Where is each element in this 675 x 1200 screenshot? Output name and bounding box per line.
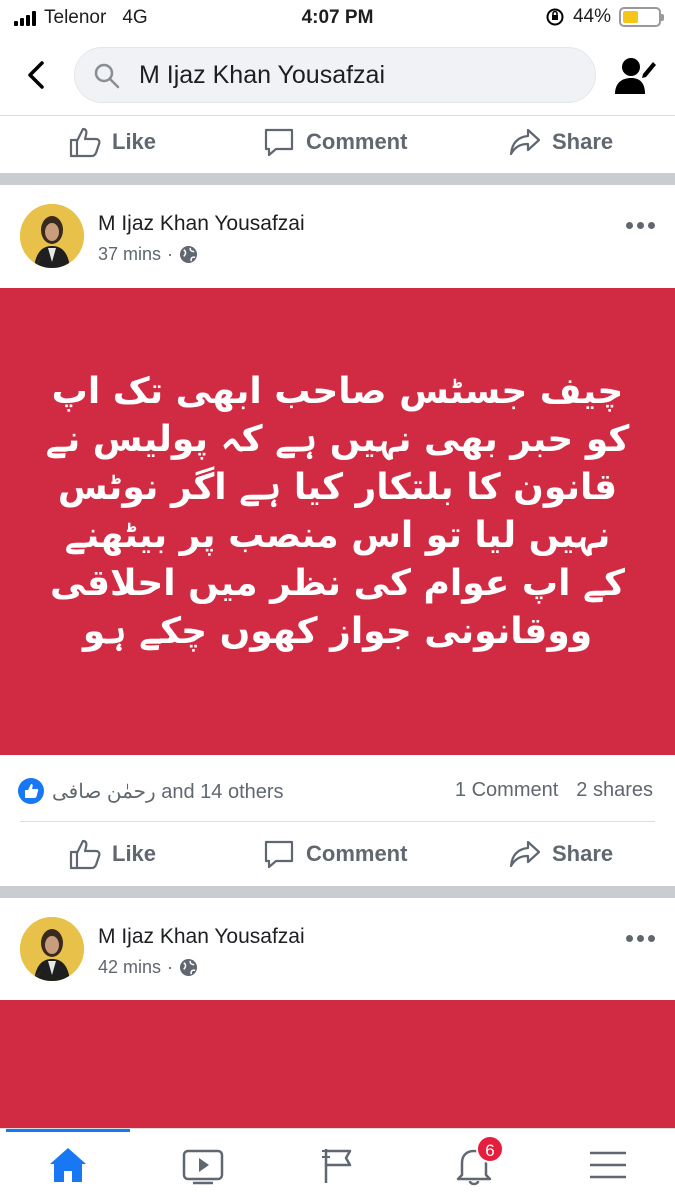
more-icon[interactable] xyxy=(626,222,655,229)
comment-count[interactable]: 1 Comment xyxy=(455,779,558,802)
divider xyxy=(20,821,655,822)
avatar-image xyxy=(20,917,84,981)
profile-edit-icon[interactable] xyxy=(613,54,657,96)
comment-label: Comment xyxy=(306,841,408,866)
action-bar-top: Like Comment Share xyxy=(0,116,675,172)
engagement-counts: 1 Comment 2 shares xyxy=(455,779,653,802)
reactor-others: and 14 others xyxy=(161,781,284,803)
post-author[interactable]: M Ijaz Khan Yousafzai xyxy=(98,212,305,236)
action-bar-post1: Like Comment Share xyxy=(0,828,675,884)
like-reaction-icon xyxy=(18,778,44,804)
battery-percent: 44% xyxy=(572,6,611,27)
post-meta: 37 mins · xyxy=(98,244,198,265)
comment-icon xyxy=(264,128,294,157)
home-icon[interactable] xyxy=(46,1143,90,1187)
meta-dot: · xyxy=(167,244,174,264)
post-time[interactable]: 42 mins xyxy=(98,957,161,978)
thumbs-up-icon xyxy=(69,127,101,158)
comment-icon xyxy=(264,840,294,869)
feed-separator xyxy=(0,886,675,898)
back-arrow-icon[interactable] xyxy=(22,58,52,92)
reactor-name: رحمٰن صافی xyxy=(52,781,156,803)
battery-fill xyxy=(623,11,638,23)
feed-separator xyxy=(0,173,675,185)
post-text: چیف جسٹس صاحب ابھی تک اپ کو حبر بھی نہیں… xyxy=(45,371,630,652)
like-button[interactable]: Like xyxy=(68,838,156,870)
battery-icon xyxy=(619,7,664,27)
search-header: M Ijaz Khan Yousafzai xyxy=(0,36,675,116)
status-right: 44% xyxy=(545,6,664,28)
avatar[interactable] xyxy=(20,204,84,268)
post-image[interactable]: چیف جسٹس صاحب ابھی تک اپ کو حبر بھی نہیں… xyxy=(0,288,675,755)
watch-icon[interactable] xyxy=(181,1143,225,1187)
like-label: Like xyxy=(112,841,157,866)
search-icon xyxy=(94,63,120,89)
post-meta: 42 mins · xyxy=(98,957,198,978)
like-label: Like xyxy=(112,129,157,154)
status-bar: Telenor 4G 4:07 PM 44% xyxy=(0,0,675,36)
comment-button[interactable]: Comment xyxy=(262,838,407,870)
reaction-summary: رحمٰن صافی and 14 others 1 Comment 2 sha… xyxy=(0,758,675,820)
search-query: M Ijaz Khan Yousafzai xyxy=(139,61,385,89)
post-image[interactable] xyxy=(0,1000,675,1128)
post-time[interactable]: 37 mins xyxy=(98,244,161,265)
globe-icon xyxy=(179,958,198,977)
post-header: M Ijaz Khan Yousafzai 37 mins · xyxy=(0,188,675,278)
more-icon[interactable] xyxy=(626,935,655,942)
like-button[interactable]: Like xyxy=(68,126,156,158)
share-label: Share xyxy=(552,841,614,866)
active-tab-indicator xyxy=(6,1129,130,1132)
comment-button[interactable]: Comment xyxy=(262,126,407,158)
notifications-tab[interactable]: 6 xyxy=(452,1135,504,1187)
post-author[interactable]: M Ijaz Khan Yousafzai xyxy=(98,925,305,949)
notification-badge: 6 xyxy=(476,1135,504,1163)
bottom-nav: 6 xyxy=(0,1128,675,1200)
avatar[interactable] xyxy=(20,917,84,981)
menu-icon[interactable] xyxy=(586,1143,630,1187)
share-button[interactable]: Share xyxy=(508,126,613,158)
share-button[interactable]: Share xyxy=(508,838,613,870)
pages-flag-icon[interactable] xyxy=(318,1143,362,1187)
thumbs-up-icon xyxy=(69,839,101,870)
reaction-names[interactable]: رحمٰن صافی and 14 others xyxy=(52,779,284,804)
rotation-lock-icon xyxy=(546,8,564,26)
share-icon xyxy=(509,840,541,868)
meta-dot: · xyxy=(167,957,174,977)
comment-label: Comment xyxy=(306,129,408,154)
share-icon xyxy=(509,128,541,156)
share-label: Share xyxy=(552,129,614,154)
post-header: M Ijaz Khan Yousafzai 42 mins · xyxy=(0,901,675,991)
avatar-image xyxy=(20,204,84,268)
globe-icon xyxy=(179,245,198,264)
search-input[interactable]: M Ijaz Khan Yousafzai xyxy=(74,47,596,103)
share-count[interactable]: 2 shares xyxy=(576,779,653,802)
